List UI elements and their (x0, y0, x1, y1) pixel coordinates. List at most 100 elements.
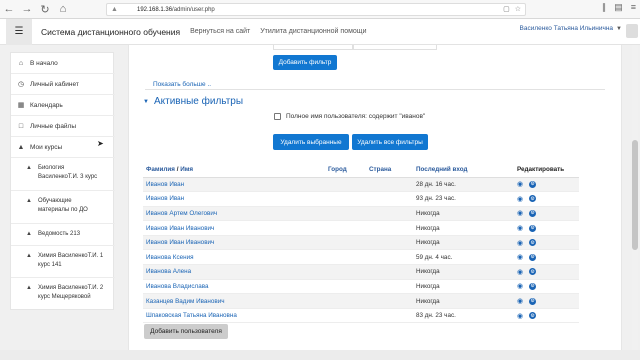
show-more-link[interactable]: Показать больше .. (153, 81, 211, 88)
graduation-cap-icon: ▲ (26, 165, 32, 171)
eye-icon[interactable]: ◉ (517, 195, 523, 203)
menu-icon[interactable]: ≡ (631, 2, 636, 13)
remove-all-filters-button[interactable]: Удалить все фильтры (352, 134, 428, 150)
course-label: Обучающие (38, 198, 72, 204)
table-row: Иванов Иван 93 дн. 23 час. ◉ ⚙ (143, 191, 579, 207)
sort-firstname-link[interactable]: Имя (180, 166, 193, 173)
eye-icon[interactable]: ◉ (517, 297, 523, 305)
course-label: Ведомость 213 (38, 231, 81, 237)
table-row: Иванов Артем Олегович Никогда ◉ ⚙ (143, 206, 579, 222)
row-actions: ◉ ⚙ (514, 206, 579, 222)
scrollbar-thumb[interactable] (632, 140, 638, 250)
avatar[interactable] (626, 24, 638, 38)
user-last-login: Никогда (413, 279, 514, 295)
library-icon[interactable]: ∥ (602, 2, 607, 13)
user-name-link[interactable]: Иванов Иван (143, 177, 325, 193)
user-name-link[interactable]: Шпаковская Татьяна Ивановна (143, 308, 325, 324)
table-row: Иванова Алена Никогда ◉ ⚙ (143, 264, 579, 280)
gear-icon[interactable]: ⚙ (529, 312, 537, 320)
sidebar-course-chem-2[interactable]: ▲ Химия ВасиленкоТ.И. 2 курс Мещеряковой (11, 278, 115, 310)
sort-lastname-link[interactable]: Фамилия (146, 166, 175, 173)
forward-icon[interactable]: → (18, 1, 36, 17)
add-filter-button[interactable]: Добавить фильтр (273, 55, 337, 70)
column-header-name[interactable]: Фамилия / Имя (143, 162, 325, 178)
column-header-city[interactable]: Город (325, 162, 366, 178)
gear-icon[interactable]: ⚙ (529, 297, 537, 305)
star-icon[interactable]: ☆ (515, 5, 521, 13)
filter-field[interactable] (353, 45, 437, 50)
sidebar-course-chem-1[interactable]: ▲ Химия ВасиленкоТ.И. 1 курс 141 (11, 246, 115, 278)
gear-icon[interactable]: ⚙ (529, 239, 537, 247)
chevron-down-icon: ▼ (616, 25, 622, 32)
graduation-cap-icon: ▲ (26, 285, 32, 291)
user-last-login: Никогда (413, 293, 514, 309)
remote-help-link[interactable]: Утилита дистанционной помощи (260, 28, 366, 35)
user-last-login: Никогда (413, 220, 514, 236)
reload-icon[interactable]: ↻ (36, 1, 54, 17)
course-label: Биология (38, 165, 65, 171)
eye-icon[interactable]: ◉ (517, 312, 523, 320)
user-name-link[interactable]: Иванова Алена (143, 264, 325, 280)
eye-icon[interactable]: ◉ (517, 224, 523, 232)
remove-selected-button[interactable]: Удалить выбранные (273, 134, 349, 150)
gear-icon[interactable]: ⚙ (529, 268, 537, 276)
graduation-cap-icon: ▲ (26, 253, 32, 259)
eye-icon[interactable]: ◉ (517, 209, 523, 217)
user-menu[interactable]: Василенко Татьяна Ильинична ▼ (520, 25, 622, 32)
gear-icon[interactable]: ⚙ (529, 209, 537, 217)
course-label: ВасиленкоТ.И. 3 курс (38, 174, 98, 180)
sidebar-item-calendar[interactable]: ▦ Календарь (11, 95, 115, 116)
active-filter-item[interactable]: Полное имя пользователя: содержит "ивано… (274, 113, 425, 120)
nav-drawer: ⌂ В начало ◷ Личный кабинет ▦ Календарь … (10, 52, 115, 310)
eye-icon[interactable]: ◉ (517, 282, 523, 290)
eye-icon[interactable]: ◉ (517, 239, 523, 247)
back-to-site-link[interactable]: Вернуться на сайт (190, 28, 250, 35)
site-name[interactable]: Система дистанционного обучения (41, 27, 180, 37)
address-bar[interactable]: ▲ 192.168.1.36/admin/user.php ▢ ☆ (106, 3, 526, 16)
gear-icon[interactable]: ⚙ (529, 253, 537, 261)
user-name-link[interactable]: Иванова Владислава (143, 279, 325, 295)
sidebar-item-home[interactable]: ⌂ В начало (11, 53, 115, 74)
filter-field[interactable] (273, 45, 353, 50)
filter-checkbox[interactable] (274, 113, 281, 120)
user-name-link[interactable]: Иванов Иван Иванович (143, 235, 325, 251)
home-icon[interactable]: ⌂ (54, 1, 72, 17)
table-row: Шпаковская Татьяна Ивановна 83 дн. 23 час… (143, 308, 579, 324)
graduation-cap-icon: ▲ (26, 198, 32, 204)
sidebar-course-vedomost[interactable]: ▲ Ведомость 213 (11, 224, 115, 246)
shield-icon: ▲ (111, 5, 118, 13)
gear-icon[interactable]: ⚙ (529, 195, 537, 203)
calendar-icon: ▦ (17, 102, 25, 109)
sidebar-item-dashboard[interactable]: ◷ Личный кабинет (11, 74, 115, 95)
bookmark-icon[interactable]: ▢ (503, 5, 510, 13)
active-filters-heading[interactable]: ▼ Активные фильтры (143, 96, 243, 107)
gear-icon[interactable]: ⚙ (529, 224, 537, 232)
eye-icon[interactable]: ◉ (517, 180, 523, 188)
table-row: Иванова Владислава Никогда ◉ ⚙ (143, 279, 579, 295)
user-name-link[interactable]: Иванов Иван (143, 191, 325, 207)
eye-icon[interactable]: ◉ (517, 253, 523, 261)
reader-icon[interactable]: ▤ (614, 2, 623, 13)
sidebar-item-label: Личный кабинет (30, 80, 79, 88)
sidebar-item-files[interactable]: □ Личные файлы (11, 116, 115, 137)
drawer-toggle-button[interactable]: ☰ (6, 18, 32, 45)
column-header-country[interactable]: Страна (366, 162, 413, 178)
sidebar-course-materials[interactable]: ▲ Обучающие материалы по ДО (11, 191, 115, 224)
back-icon[interactable]: ← (0, 1, 18, 17)
gear-icon[interactable]: ⚙ (529, 282, 537, 290)
user-name-link[interactable]: Казанцев Вадим Иванович (143, 293, 325, 309)
sidebar-item-label: В начало (30, 59, 58, 67)
user-name-link[interactable]: Иванова Ксения (143, 249, 325, 266)
add-user-button[interactable]: Добавить пользователя (144, 324, 228, 339)
row-actions: ◉ ⚙ (514, 264, 579, 280)
user-name-link[interactable]: Иванов Артем Олегович (143, 206, 325, 222)
eye-icon[interactable]: ◉ (517, 268, 523, 276)
row-actions: ◉ ⚙ (514, 235, 579, 251)
course-label: курс Мещеряковой (38, 294, 91, 300)
user-name-link[interactable]: Иванов Иван Иванович (143, 220, 325, 236)
column-header-last-login[interactable]: Последний вход (413, 162, 514, 178)
sidebar-course-biology[interactable]: ▲ Биология ВасиленкоТ.И. 3 курс (11, 158, 115, 191)
gear-icon[interactable]: ⚙ (529, 180, 537, 188)
user-country (366, 206, 413, 222)
table-header-row: Фамилия / Имя Город Страна Последний вхо… (143, 162, 579, 178)
